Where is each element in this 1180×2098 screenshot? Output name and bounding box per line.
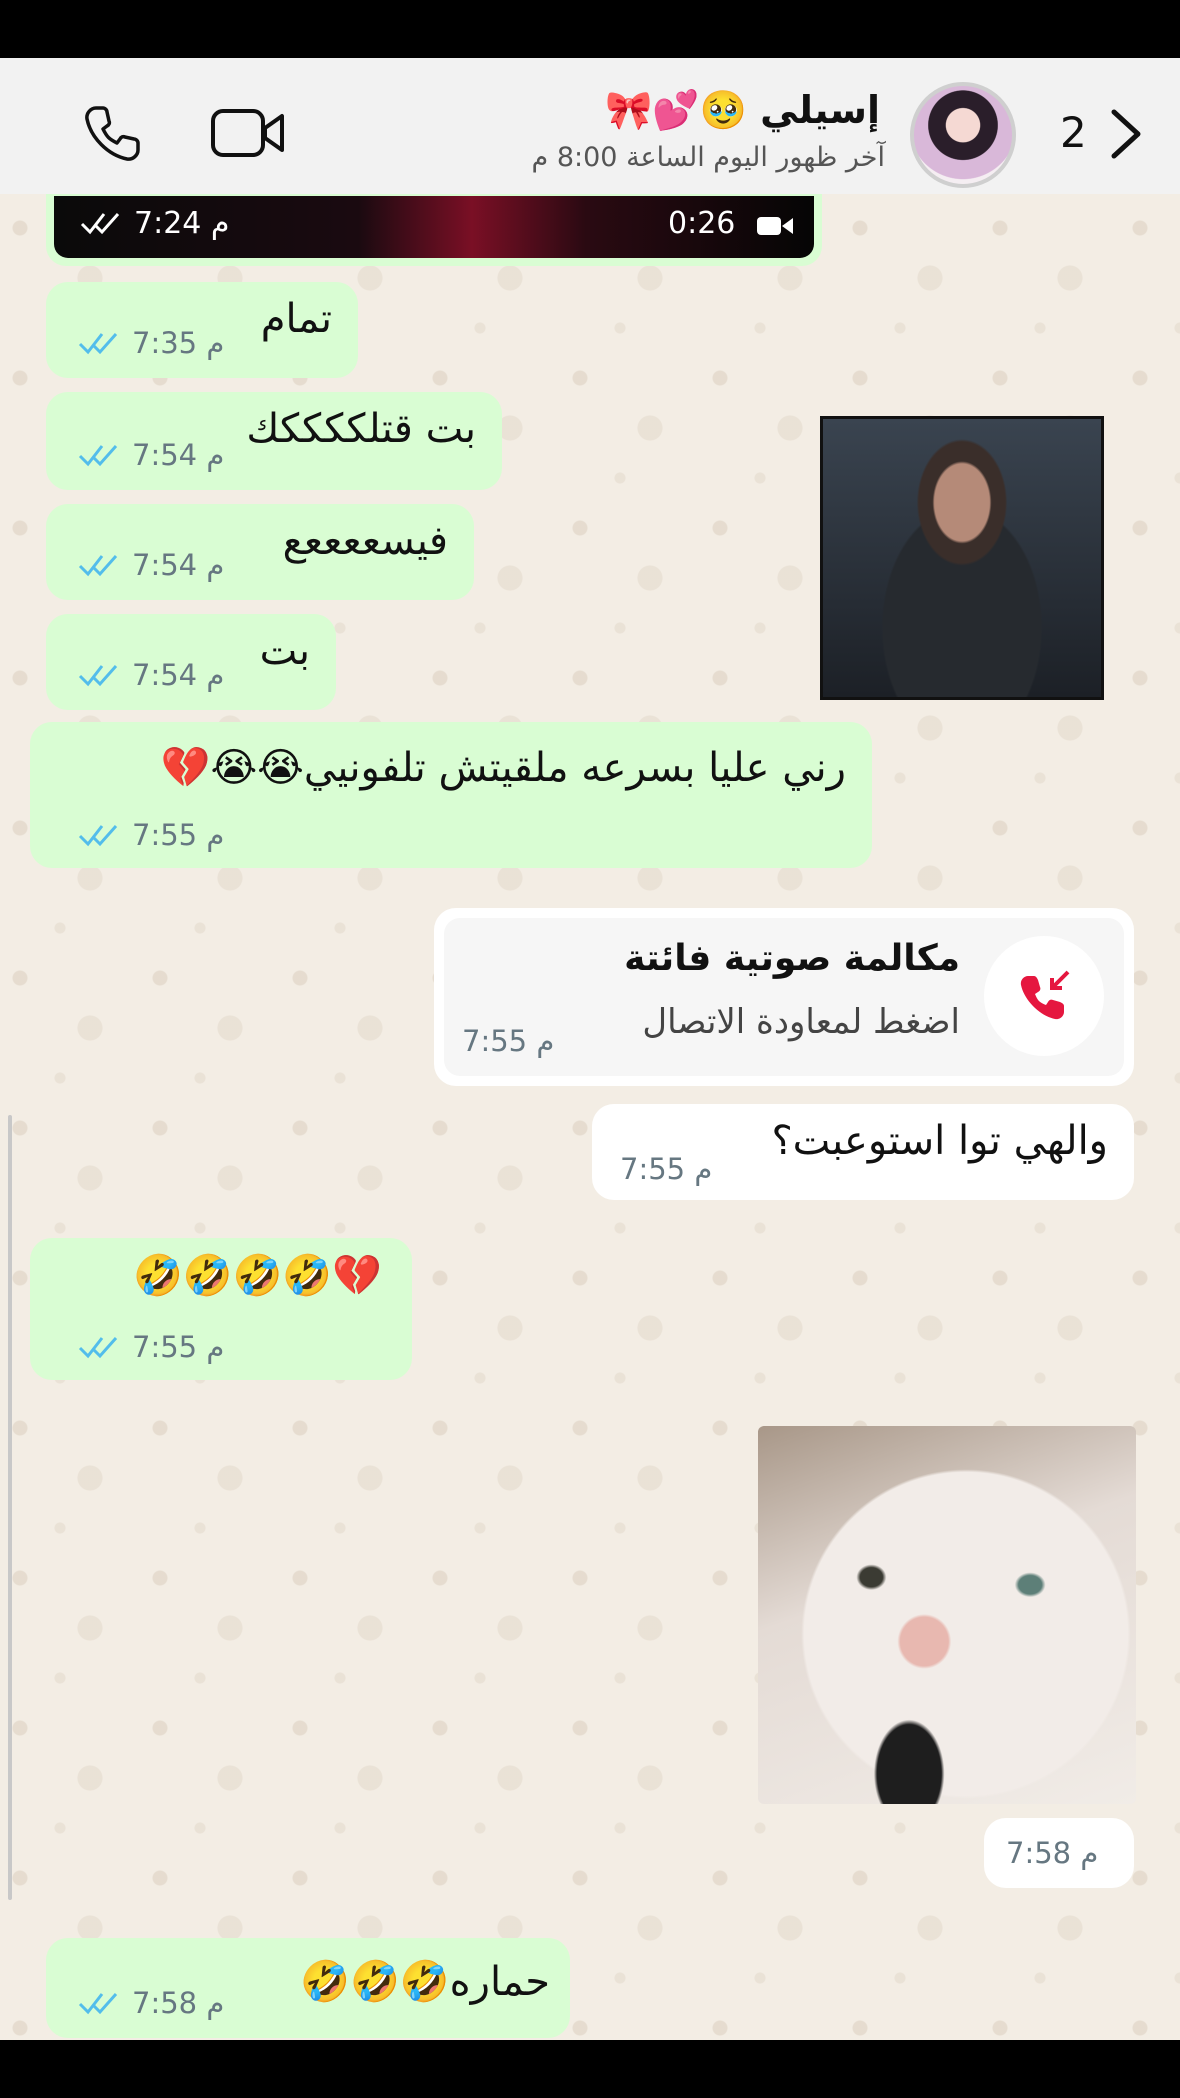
read-ticks-icon xyxy=(78,1993,118,2015)
message-time: 7:54 م xyxy=(78,548,224,582)
video-call-icon[interactable] xyxy=(210,106,286,160)
bottom-bar xyxy=(0,2040,1180,2098)
scrollbar[interactable] xyxy=(8,1115,12,1900)
read-ticks-icon xyxy=(78,555,118,577)
message-text: رني عليا بسرعه ملقيتش تلفونيي😭😭💔 xyxy=(160,745,846,791)
last-seen-status: آخر ظهور اليوم الساعة 8:00 م xyxy=(531,142,885,173)
photo-message[interactable] xyxy=(758,1426,1136,1804)
read-ticks-icon xyxy=(78,825,118,847)
photo-time: 7:58 م xyxy=(1006,1836,1099,1870)
read-ticks-icon xyxy=(78,665,118,687)
message-text: 💔🤣🤣🤣🤣 xyxy=(132,1253,382,1299)
message-time: 7:55 م xyxy=(78,818,224,852)
message-time: 7:54 م xyxy=(78,438,224,472)
message-time: 7:58 م xyxy=(78,1986,224,2020)
message-time: 7:55 م xyxy=(620,1152,713,1186)
message-text: فيسععععع xyxy=(282,518,448,564)
message-text: بت xyxy=(259,628,310,674)
chat-header: إسيلي 🥹💕🎀 آخر ظهور اليوم الساعة 8:00 م 2 xyxy=(0,58,1180,194)
read-ticks-icon xyxy=(80,213,120,235)
read-ticks-icon xyxy=(78,445,118,467)
message-text: بت قتلككككك xyxy=(246,406,476,452)
contact-name[interactable]: إسيلي 🥹💕🎀 xyxy=(605,88,880,133)
message-time: 7:54 م xyxy=(78,658,224,692)
missed-call-time: 7:55 م xyxy=(462,1024,555,1058)
message-text: حماره🤣🤣🤣 xyxy=(300,1959,550,2005)
message-time: 7:55 م xyxy=(78,1330,224,1364)
chevron-right-icon[interactable] xyxy=(1108,108,1144,160)
missed-call-title: مكالمة صوتية فائتة xyxy=(624,938,960,979)
read-ticks-icon xyxy=(78,1337,118,1359)
video-camera-icon xyxy=(757,217,793,235)
call-icon[interactable] xyxy=(82,102,144,164)
message-text: والهي توا استوعبت؟ xyxy=(771,1118,1108,1164)
missed-call-icon xyxy=(1020,970,1070,1020)
status-bar xyxy=(0,0,1180,58)
message-text: تمام xyxy=(260,296,332,342)
unread-count[interactable]: 2 xyxy=(1060,108,1087,157)
message-time: 7:35 م xyxy=(78,326,224,360)
read-ticks-icon xyxy=(78,333,118,355)
avatar[interactable] xyxy=(910,82,1016,188)
photo-message[interactable] xyxy=(820,416,1104,700)
missed-call-subtitle: اضغط لمعاودة الاتصال xyxy=(642,1002,960,1042)
video-time: 7:24 م xyxy=(80,206,229,241)
video-duration: 0:26 xyxy=(668,206,736,241)
